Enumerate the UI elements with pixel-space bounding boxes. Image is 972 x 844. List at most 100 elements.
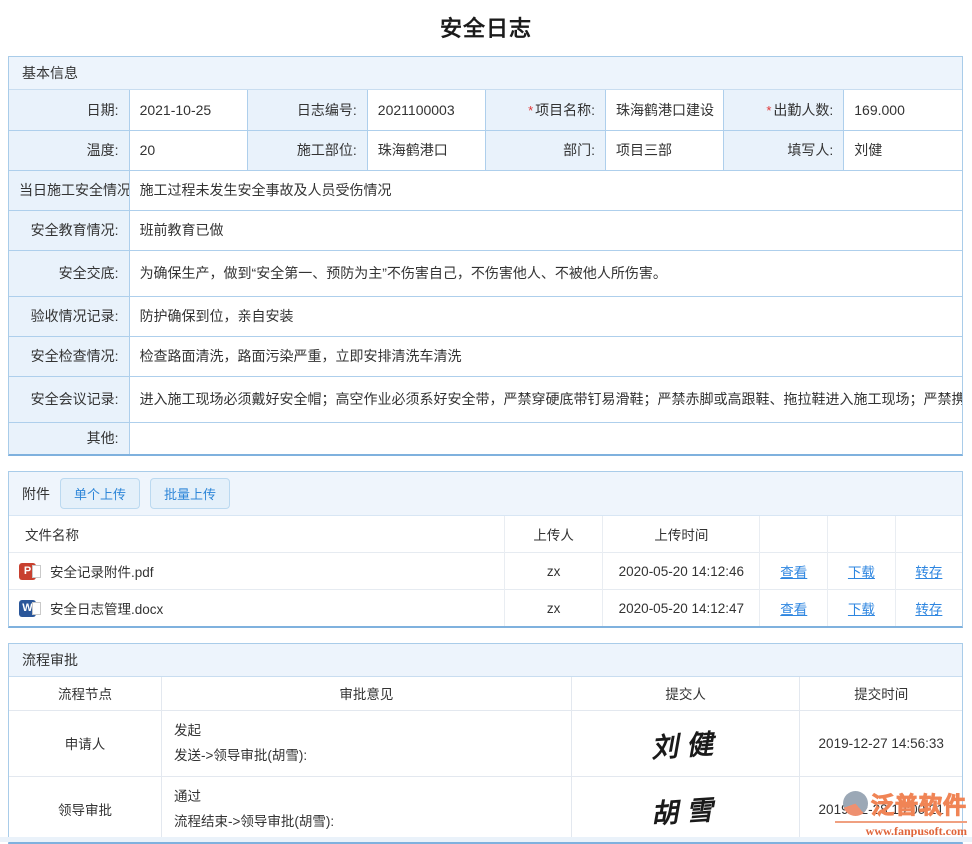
approval-opinion-cell: 通过 流程结束->领导审批(胡雪):	[161, 776, 571, 842]
other-label: 其他:	[9, 422, 129, 454]
download-link[interactable]: 下载	[848, 565, 875, 580]
acceptance-record-value: 防护确保到位，亲自安装	[129, 296, 962, 336]
approval-row-applicant: 申请人 发起 发送->领导审批(胡雪): 刘健 2019-12-27 14:56…	[9, 710, 962, 776]
submitter-signature-cell: 刘健	[571, 710, 800, 776]
uploader-cell: zx	[505, 590, 603, 627]
safety-education-label: 安全教育情况:	[9, 210, 129, 250]
word-file-icon: W	[19, 600, 36, 617]
upload-time-column-header: 上传时间	[603, 516, 760, 553]
project-name-value: 珠海鹤港口建设	[606, 90, 724, 130]
flow-node-cell: 申请人	[9, 710, 161, 776]
safety-check-row: 安全检查情况: 检查路面清洗，路面污染严重，立即安排清洗车清洗	[9, 336, 962, 376]
basic-info-row-2: 温度: 20 施工部位: 珠海鹤港口 部门: 项目三部 填写人: 刘健	[9, 130, 962, 170]
submit-time-column-header: 提交时间	[800, 677, 962, 710]
file-name-cell: P 安全记录附件.pdf	[9, 553, 505, 590]
safety-meeting-value: 进入施工现场必须戴好安全帽；高空作业必须系好安全带，严禁穿硬底带钉易滑鞋；严禁赤…	[129, 376, 962, 422]
project-name-label: *项目名称:	[485, 90, 605, 130]
basic-info-section-header: 基本信息	[9, 57, 962, 90]
other-value	[129, 422, 962, 454]
action-column-header	[895, 516, 962, 553]
flow-node-column-header: 流程节点	[9, 677, 161, 710]
safety-situation-label: 当日施工安全情况:	[9, 170, 129, 210]
page-title: 安全日志	[0, 0, 972, 56]
attachment-row-docx: W 安全日志管理.docx zx 2020-05-20 14:12:47 查看 …	[9, 590, 962, 627]
approval-opinion-column-header: 审批意见	[161, 677, 571, 710]
required-asterisk: *	[528, 103, 533, 118]
save-link[interactable]: 转存	[915, 602, 942, 617]
approval-row-leader: 领导审批 通过 流程结束->领导审批(胡雪): 胡雪 2019-12-28 10…	[9, 776, 962, 842]
approval-panel: 流程审批 流程节点 审批意见 提交人 提交时间 申请人 发起 发送->领导审批(…	[8, 643, 963, 844]
attendance-value: 169.000	[844, 90, 962, 130]
approval-section-header: 流程审批	[9, 644, 962, 677]
flow-node-cell: 领导审批	[9, 776, 161, 842]
attachments-header-row: 文件名称 上传人 上传时间	[9, 516, 962, 553]
basic-info-panel: 基本信息 日期: 2021-10-25 日志编号: 2021100003 *项目…	[8, 56, 963, 456]
safety-disclosure-row: 安全交底: 为确保生产，做到“安全第一、预防为主”不伤害自己，不伤害他人、不被他…	[9, 250, 962, 296]
submitter-signature-cell: 胡雪	[571, 776, 800, 842]
uploader-column-header: 上传人	[505, 516, 603, 553]
safety-check-label: 安全检查情况:	[9, 336, 129, 376]
safety-education-row: 安全教育情况: 班前教育已做	[9, 210, 962, 250]
safety-check-value: 检查路面清洗，路面污染严重，立即安排清洗车清洗	[129, 336, 962, 376]
attachments-header: 附件 单个上传 批量上传	[9, 472, 962, 516]
temperature-label: 温度:	[9, 130, 129, 170]
safety-meeting-row: 安全会议记录: 进入施工现场必须戴好安全帽；高空作业必须系好安全带，严禁穿硬底带…	[9, 376, 962, 422]
batch-upload-button[interactable]: 批量上传	[150, 478, 230, 509]
department-value: 项目三部	[606, 130, 724, 170]
log-number-label: 日志编号:	[247, 90, 367, 130]
acceptance-record-label: 验收情况记录:	[9, 296, 129, 336]
log-number-value: 2021100003	[367, 90, 485, 130]
safety-disclosure-value: 为确保生产，做到“安全第一、预防为主”不伤害自己，不伤害他人、不被他人所伤害。	[129, 250, 962, 296]
download-link[interactable]: 下载	[848, 602, 875, 617]
file-name-column-header: 文件名称	[9, 516, 505, 553]
view-link[interactable]: 查看	[780, 565, 807, 580]
basic-info-table: 日期: 2021-10-25 日志编号: 2021100003 *项目名称: 珠…	[9, 90, 962, 454]
action-column-header	[828, 516, 896, 553]
other-row: 其他:	[9, 422, 962, 454]
safety-disclosure-label: 安全交底:	[9, 250, 129, 296]
attachment-row-pdf: P 安全记录附件.pdf zx 2020-05-20 14:12:46 查看 下…	[9, 553, 962, 590]
construction-part-label: 施工部位:	[247, 130, 367, 170]
safety-meeting-label: 安全会议记录:	[9, 376, 129, 422]
page-bottom-strip	[0, 837, 972, 842]
action-column-header	[760, 516, 828, 553]
submit-time-cell: 2019-12-27 14:56:33	[800, 710, 962, 776]
uploader-cell: zx	[505, 553, 603, 590]
save-link[interactable]: 转存	[915, 565, 942, 580]
safety-situation-row: 当日施工安全情况: 施工过程未发生安全事故及人员受伤情况	[9, 170, 962, 210]
approval-opinion-cell: 发起 发送->领导审批(胡雪):	[161, 710, 571, 776]
signature-text: 胡雪	[583, 783, 789, 836]
department-label: 部门:	[485, 130, 605, 170]
writer-label: 填写人:	[724, 130, 844, 170]
temperature-value: 20	[129, 130, 247, 170]
attachments-label: 附件	[22, 484, 50, 504]
safety-situation-value: 施工过程未发生安全事故及人员受伤情况	[129, 170, 962, 210]
date-label: 日期:	[9, 90, 129, 130]
required-asterisk: *	[766, 103, 771, 118]
attachments-table: 文件名称 上传人 上传时间 P 安全记录附件.pdf zx 2020-05-20…	[9, 516, 962, 626]
pdf-file-icon: P	[19, 563, 36, 580]
upload-time-cell: 2020-05-20 14:12:47	[603, 590, 760, 627]
opinion-line: 流程结束->领导审批(胡雪):	[174, 809, 559, 834]
construction-part-value: 珠海鹤港口	[367, 130, 485, 170]
file-name-cell: W 安全日志管理.docx	[9, 590, 505, 627]
date-value: 2021-10-25	[129, 90, 247, 130]
opinion-line: 发起	[174, 718, 559, 743]
basic-info-row-1: 日期: 2021-10-25 日志编号: 2021100003 *项目名称: 珠…	[9, 90, 962, 130]
fanpu-logo-icon	[843, 791, 868, 816]
single-upload-button[interactable]: 单个上传	[60, 478, 140, 509]
approval-header-row: 流程节点 审批意见 提交人 提交时间	[9, 677, 962, 710]
view-link[interactable]: 查看	[780, 602, 807, 617]
file-name-text: 安全日志管理.docx	[44, 598, 163, 618]
file-name-text: 安全记录附件.pdf	[44, 561, 154, 581]
attendance-label: *出勤人数:	[724, 90, 844, 130]
attachments-panel: 附件 单个上传 批量上传 文件名称 上传人 上传时间 P 安全	[8, 471, 963, 628]
writer-value: 刘健	[844, 130, 962, 170]
safety-education-value: 班前教育已做	[129, 210, 962, 250]
opinion-line: 通过	[174, 784, 559, 809]
approval-table: 流程节点 审批意见 提交人 提交时间 申请人 发起 发送->领导审批(胡雪): …	[9, 677, 962, 842]
acceptance-record-row: 验收情况记录: 防护确保到位，亲自安装	[9, 296, 962, 336]
vendor-watermark: 泛普软件 www.fanpusoft.com	[835, 786, 967, 839]
signature-text: 刘健	[583, 716, 789, 769]
upload-time-cell: 2020-05-20 14:12:46	[603, 553, 760, 590]
